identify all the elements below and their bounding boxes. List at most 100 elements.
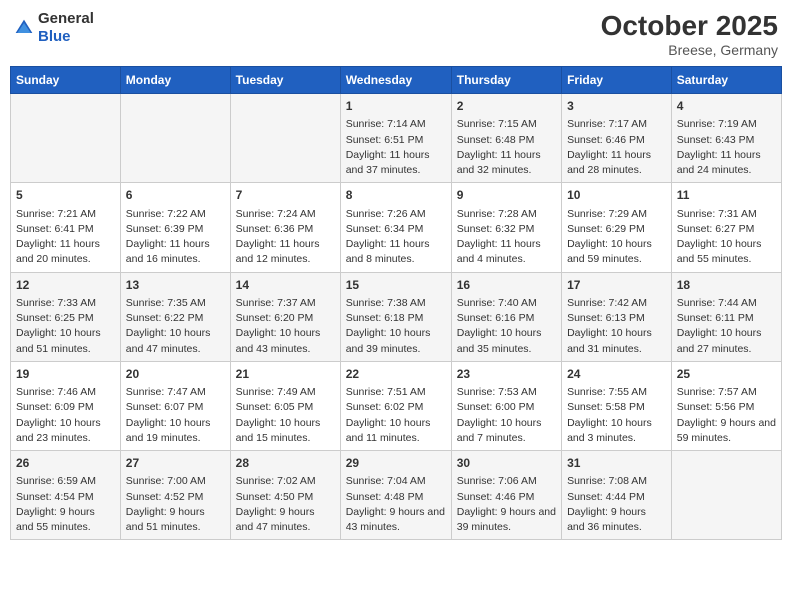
day-number: 19	[16, 366, 115, 383]
calendar-day-cell: 5Sunrise: 7:21 AM Sunset: 6:41 PM Daylig…	[11, 183, 121, 272]
day-info: Sunrise: 7:31 AM Sunset: 6:27 PM Dayligh…	[677, 207, 776, 268]
day-number: 11	[677, 187, 776, 204]
day-number: 13	[126, 277, 225, 294]
day-info: Sunrise: 7:19 AM Sunset: 6:43 PM Dayligh…	[677, 117, 776, 178]
day-number: 23	[457, 366, 556, 383]
day-info: Sunrise: 7:08 AM Sunset: 4:44 PM Dayligh…	[567, 474, 666, 535]
calendar-day-cell: 24 Sunrise: 7:55 AM Sunset: 5:58 PM Dayli…	[562, 361, 672, 450]
day-number: 26	[16, 455, 115, 472]
day-number: 15	[346, 277, 446, 294]
day-info: Sunrise: 7:42 AM Sunset: 6:13 PM Dayligh…	[567, 296, 666, 357]
calendar-day-cell	[11, 94, 121, 183]
day-number: 5	[16, 187, 115, 204]
calendar-day-cell: 26 Sunrise: 6:59 AM Sunset: 4:54 PM Dayli…	[11, 451, 121, 540]
calendar-day-cell: 1Sunrise: 7:14 AM Sunset: 6:51 PM Daylig…	[340, 94, 451, 183]
day-info: Sunrise: 7:22 AM Sunset: 6:39 PM Dayligh…	[126, 207, 225, 268]
day-info: Sunrise: 7:47 AM Sunset: 6:07 PM Dayligh…	[126, 385, 225, 446]
calendar-day-cell: 4Sunrise: 7:19 AM Sunset: 6:43 PM Daylig…	[671, 94, 781, 183]
title-area: October 2025 Breese, Germany	[601, 10, 778, 58]
calendar-week-row: 1Sunrise: 7:14 AM Sunset: 6:51 PM Daylig…	[11, 94, 782, 183]
logo-blue-text: Blue	[38, 28, 71, 45]
day-number: 7	[236, 187, 335, 204]
calendar-day-cell: 20 Sunrise: 7:47 AM Sunset: 6:07 PM Dayli…	[120, 361, 230, 450]
day-info: Sunrise: 7:04 AM Sunset: 4:48 PM Dayligh…	[346, 474, 446, 535]
calendar-week-row: 5Sunrise: 7:21 AM Sunset: 6:41 PM Daylig…	[11, 183, 782, 272]
day-of-week-header: Thursday	[451, 67, 561, 94]
day-info: Sunrise: 7:38 AM Sunset: 6:18 PM Dayligh…	[346, 296, 446, 357]
day-number: 9	[457, 187, 556, 204]
calendar-day-cell: 6Sunrise: 7:22 AM Sunset: 6:39 PM Daylig…	[120, 183, 230, 272]
day-number: 22	[346, 366, 446, 383]
calendar-week-row: 19 Sunrise: 7:46 AM Sunset: 6:09 PM Dayli…	[11, 361, 782, 450]
day-info: Sunrise: 7:55 AM Sunset: 5:58 PM Dayligh…	[567, 385, 666, 446]
calendar-day-cell: 8 Sunrise: 7:26 AM Sunset: 6:34 PM Daylig…	[340, 183, 451, 272]
day-info: Sunrise: 7:15 AM Sunset: 6:48 PM Dayligh…	[457, 117, 556, 178]
calendar-day-cell: 30Sunrise: 7:06 AM Sunset: 4:46 PM Dayli…	[451, 451, 561, 540]
location-title: Breese, Germany	[601, 42, 778, 58]
day-number: 10	[567, 187, 666, 204]
day-info: Sunrise: 7:17 AM Sunset: 6:46 PM Dayligh…	[567, 117, 666, 178]
page-header: General Blue October 2025 Breese, German…	[10, 10, 782, 58]
calendar-day-cell: 14Sunrise: 7:37 AM Sunset: 6:20 PM Dayli…	[230, 272, 340, 361]
logo-icon	[14, 18, 34, 38]
calendar-day-cell: 25 Sunrise: 7:57 AM Sunset: 5:56 PM Dayli…	[671, 361, 781, 450]
day-info: Sunrise: 7:40 AM Sunset: 6:16 PM Dayligh…	[457, 296, 556, 357]
calendar-table: SundayMondayTuesdayWednesdayThursdayFrid…	[10, 66, 782, 540]
day-info: Sunrise: 7:24 AM Sunset: 6:36 PM Dayligh…	[236, 207, 335, 268]
logo: General Blue	[14, 10, 94, 46]
day-number: 3	[567, 98, 666, 115]
day-of-week-header: Sunday	[11, 67, 121, 94]
day-number: 17	[567, 277, 666, 294]
day-info: Sunrise: 7:46 AM Sunset: 6:09 PM Dayligh…	[16, 385, 115, 446]
day-info: Sunrise: 6:59 AM Sunset: 4:54 PM Dayligh…	[16, 474, 115, 535]
day-number: 24	[567, 366, 666, 383]
calendar-day-cell: 2 Sunrise: 7:15 AM Sunset: 6:48 PM Daylig…	[451, 94, 561, 183]
day-of-week-header: Friday	[562, 67, 672, 94]
day-of-week-header: Monday	[120, 67, 230, 94]
day-number: 25	[677, 366, 776, 383]
day-number: 2	[457, 98, 556, 115]
day-number: 31	[567, 455, 666, 472]
day-info: Sunrise: 7:35 AM Sunset: 6:22 PM Dayligh…	[126, 296, 225, 357]
calendar-day-cell: 16 Sunrise: 7:40 AM Sunset: 6:16 PM Dayli…	[451, 272, 561, 361]
day-number: 21	[236, 366, 335, 383]
calendar-day-cell: 27Sunrise: 7:00 AM Sunset: 4:52 PM Dayli…	[120, 451, 230, 540]
calendar-week-row: 12 Sunrise: 7:33 AM Sunset: 6:25 PM Dayli…	[11, 272, 782, 361]
calendar-day-cell: 11 Sunrise: 7:31 AM Sunset: 6:27 PM Dayli…	[671, 183, 781, 272]
day-info: Sunrise: 7:49 AM Sunset: 6:05 PM Dayligh…	[236, 385, 335, 446]
calendar-day-cell: 21 Sunrise: 7:49 AM Sunset: 6:05 PM Dayli…	[230, 361, 340, 450]
day-of-week-header: Wednesday	[340, 67, 451, 94]
day-info: Sunrise: 7:57 AM Sunset: 5:56 PM Dayligh…	[677, 385, 776, 446]
calendar-day-cell: 18 Sunrise: 7:44 AM Sunset: 6:11 PM Dayli…	[671, 272, 781, 361]
calendar-day-cell: 9 Sunrise: 7:28 AM Sunset: 6:32 PM Daylig…	[451, 183, 561, 272]
day-number: 28	[236, 455, 335, 472]
calendar-day-cell: 29 Sunrise: 7:04 AM Sunset: 4:48 PM Dayli…	[340, 451, 451, 540]
calendar-day-cell: 31 Sunrise: 7:08 AM Sunset: 4:44 PM Dayli…	[562, 451, 672, 540]
calendar-day-cell	[671, 451, 781, 540]
calendar-day-cell: 3 Sunrise: 7:17 AM Sunset: 6:46 PM Daylig…	[562, 94, 672, 183]
calendar-day-cell: 15 Sunrise: 7:38 AM Sunset: 6:18 PM Dayli…	[340, 272, 451, 361]
calendar-day-cell	[120, 94, 230, 183]
day-number: 16	[457, 277, 556, 294]
day-number: 8	[346, 187, 446, 204]
day-info: Sunrise: 7:53 AM Sunset: 6:00 PM Dayligh…	[457, 385, 556, 446]
calendar-day-cell: 7 Sunrise: 7:24 AM Sunset: 6:36 PM Daylig…	[230, 183, 340, 272]
day-info: Sunrise: 7:44 AM Sunset: 6:11 PM Dayligh…	[677, 296, 776, 357]
day-number: 29	[346, 455, 446, 472]
day-info: Sunrise: 7:33 AM Sunset: 6:25 PM Dayligh…	[16, 296, 115, 357]
calendar-day-cell: 28Sunrise: 7:02 AM Sunset: 4:50 PM Dayli…	[230, 451, 340, 540]
day-of-week-header: Saturday	[671, 67, 781, 94]
calendar-day-cell: 10Sunrise: 7:29 AM Sunset: 6:29 PM Dayli…	[562, 183, 672, 272]
day-info: Sunrise: 7:51 AM Sunset: 6:02 PM Dayligh…	[346, 385, 446, 446]
calendar-day-cell: 12 Sunrise: 7:33 AM Sunset: 6:25 PM Dayli…	[11, 272, 121, 361]
day-info: Sunrise: 7:14 AM Sunset: 6:51 PM Dayligh…	[346, 117, 446, 178]
calendar-day-cell: 13 Sunrise: 7:35 AM Sunset: 6:22 PM Dayli…	[120, 272, 230, 361]
day-number: 12	[16, 277, 115, 294]
day-number: 20	[126, 366, 225, 383]
logo-general-text: General	[38, 10, 94, 27]
day-number: 18	[677, 277, 776, 294]
day-number: 30	[457, 455, 556, 472]
day-info: Sunrise: 7:37 AM Sunset: 6:20 PM Dayligh…	[236, 296, 335, 357]
day-info: Sunrise: 7:26 AM Sunset: 6:34 PM Dayligh…	[346, 207, 446, 268]
day-info: Sunrise: 7:28 AM Sunset: 6:32 PM Dayligh…	[457, 207, 556, 268]
